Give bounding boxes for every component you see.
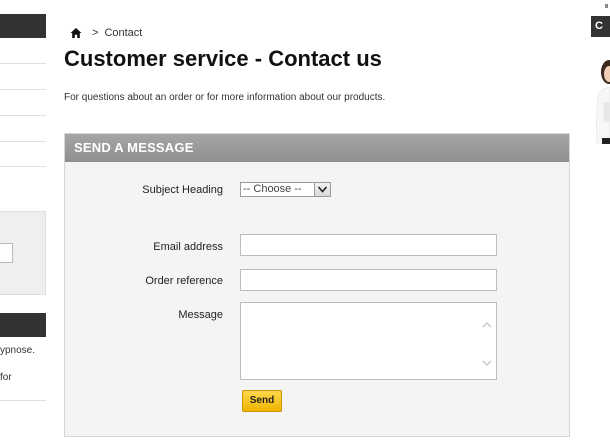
email-label: Email address xyxy=(153,241,223,253)
left-divider xyxy=(0,63,46,64)
email-field[interactable] xyxy=(240,234,497,256)
right-block-header: C xyxy=(591,16,610,37)
left-divider xyxy=(0,166,46,167)
left-divider xyxy=(0,115,46,116)
message-textarea[interactable] xyxy=(240,302,497,380)
send-button[interactable]: Send xyxy=(242,390,282,412)
left-divider xyxy=(0,141,46,142)
left-block-header-2 xyxy=(0,313,46,337)
left-divider xyxy=(0,400,46,401)
left-divider xyxy=(0,89,46,90)
right-header-mark xyxy=(605,4,608,8)
order-reference-label: Order reference xyxy=(145,275,223,287)
page-intro: For questions about an order or for more… xyxy=(64,92,386,103)
customer-service-agent-image xyxy=(595,52,610,145)
contact-form-panel: SEND A MESSAGE Subject Heading -- Choose… xyxy=(64,133,570,437)
breadcrumb-separator: > xyxy=(92,27,99,39)
subject-select[interactable]: -- Choose -- xyxy=(240,182,331,197)
left-newsletter-input[interactable] xyxy=(0,243,13,263)
breadcrumb: > Contact xyxy=(70,27,142,39)
home-icon[interactable] xyxy=(70,27,82,39)
left-text-line: for xyxy=(0,372,12,383)
chevron-down-icon[interactable] xyxy=(314,182,331,197)
chevron-up-icon[interactable] xyxy=(481,317,493,328)
left-block-header xyxy=(0,14,46,38)
breadcrumb-current: Contact xyxy=(104,27,143,39)
left-text-line: ypnose. xyxy=(0,345,36,356)
form-heading: SEND A MESSAGE xyxy=(65,134,569,162)
chevron-down-icon[interactable] xyxy=(481,355,493,367)
order-reference-field[interactable] xyxy=(240,269,497,291)
subject-label: Subject Heading xyxy=(142,184,223,196)
subject-selected-value: -- Choose -- xyxy=(243,183,302,195)
page-title: Customer service - Contact us xyxy=(64,46,382,71)
message-label: Message xyxy=(178,309,223,321)
